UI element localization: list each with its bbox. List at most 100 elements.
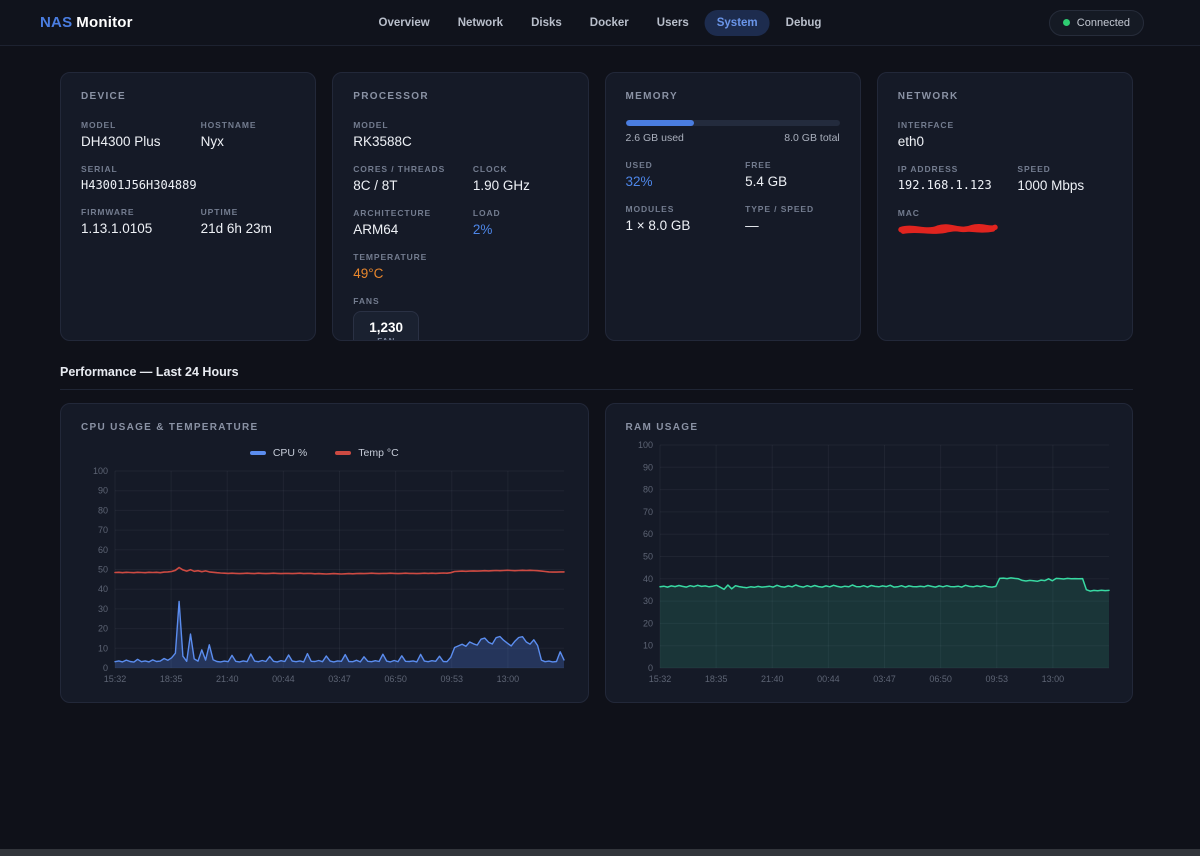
memory-used-caption: 2.6 GB used — [626, 132, 684, 144]
svg-text:00:44: 00:44 — [817, 674, 840, 684]
fan-rpm-value: 1,230 — [369, 320, 403, 335]
memory-modules-field: MODULES 1 × 8.0 GB — [626, 204, 738, 233]
svg-text:10: 10 — [642, 641, 652, 651]
brand-rest: Monitor — [76, 14, 132, 31]
device-serial-value: H43001J56H304889 — [81, 178, 295, 192]
device-hostname-field: HOSTNAME Nyx — [201, 120, 296, 149]
svg-text:30: 30 — [98, 604, 108, 614]
memory-type-value: — — [745, 218, 840, 233]
topbar: NASMonitor Overview Network Disks Docker… — [0, 0, 1200, 46]
charts-row: CPU USAGE & TEMPERATURE CPU % Temp °C 01… — [60, 403, 1133, 703]
memory-free-field: FREE 5.4 GB — [745, 160, 840, 189]
svg-text:80: 80 — [642, 485, 652, 495]
cpu-arch-field: ARCHITECTURE ARM64 — [353, 208, 465, 237]
device-model-label: MODEL — [81, 120, 193, 130]
memory-card: MEMORY 2.6 GB used 8.0 GB total USED 32%… — [605, 72, 861, 341]
memory-usage-bar-fill — [626, 120, 695, 126]
brand-accent: NAS — [40, 14, 72, 31]
network-ip-field: IP ADDRESS 192.168.1.123 — [898, 164, 1010, 193]
fan-rpm-box: 1,230 FAN — [353, 311, 419, 341]
svg-text:03:47: 03:47 — [873, 674, 896, 684]
nav-item-disks[interactable]: Disks — [519, 10, 574, 36]
cpu-model-value: RK3588C — [353, 134, 567, 149]
device-uptime-field: UPTIME 21d 6h 23m — [201, 207, 296, 236]
cpu-load-value: 2% — [473, 222, 568, 237]
device-card: DEVICE MODEL DH4300 Plus HOSTNAME Nyx SE… — [60, 72, 316, 341]
network-mac-field: MAC — [898, 208, 1112, 236]
legend-item-cpu: CPU % — [250, 447, 307, 459]
main-content: DEVICE MODEL DH4300 Plus HOSTNAME Nyx SE… — [0, 46, 1200, 703]
device-model-value: DH4300 Plus — [81, 134, 193, 149]
svg-text:20: 20 — [98, 624, 108, 634]
network-ip-value: 192.168.1.123 — [898, 178, 1010, 192]
cpu-temp-value: 49°C — [353, 266, 567, 281]
svg-text:0: 0 — [647, 663, 652, 673]
legend-item-temp: Temp °C — [335, 447, 398, 459]
svg-text:70: 70 — [98, 525, 108, 535]
svg-text:21:40: 21:40 — [216, 674, 239, 684]
nav-item-debug[interactable]: Debug — [774, 10, 834, 36]
nav-item-overview[interactable]: Overview — [367, 10, 442, 36]
device-firmware-field: FIRMWARE 1.13.1.0105 — [81, 207, 193, 236]
svg-text:10: 10 — [98, 643, 108, 653]
device-uptime-label: UPTIME — [201, 207, 296, 217]
processor-card-title: PROCESSOR — [353, 91, 567, 102]
svg-text:09:53: 09:53 — [985, 674, 1008, 684]
cpu-fans-label: FANS — [353, 296, 567, 306]
svg-text:100: 100 — [637, 440, 652, 450]
svg-text:18:35: 18:35 — [160, 674, 183, 684]
memory-bar-caption: 2.6 GB used 8.0 GB total — [626, 132, 840, 144]
cpu-load-field: LOAD 2% — [473, 208, 568, 237]
svg-text:00:44: 00:44 — [272, 674, 295, 684]
memory-card-title: MEMORY — [626, 91, 840, 102]
nav-item-docker[interactable]: Docker — [578, 10, 641, 36]
memory-type-field: TYPE / SPEED — — [745, 204, 840, 233]
performance-section-title: Performance — Last 24 Hours — [60, 365, 1133, 390]
network-interface-field: INTERFACE eth0 — [898, 120, 1112, 149]
cpu-temp-label: TEMPERATURE — [353, 252, 567, 262]
cpu-load-label: LOAD — [473, 208, 568, 218]
memory-free-label: FREE — [745, 160, 840, 170]
status-label: Connected — [1077, 17, 1130, 29]
svg-text:18:35: 18:35 — [704, 674, 727, 684]
cpu-cores-label: CORES / THREADS — [353, 164, 465, 174]
info-cards-row: DEVICE MODEL DH4300 Plus HOSTNAME Nyx SE… — [60, 72, 1133, 341]
ram-line-chart: 010203040506070809010015:3218:3521:4000:… — [626, 437, 1113, 688]
svg-text:50: 50 — [642, 552, 652, 562]
svg-text:06:50: 06:50 — [929, 674, 952, 684]
app-logo: NASMonitor — [40, 14, 133, 31]
svg-text:70: 70 — [642, 507, 652, 517]
cpu-clock-value: 1.90 GHz — [473, 178, 568, 193]
network-ip-label: IP ADDRESS — [898, 164, 1010, 174]
svg-text:13:00: 13:00 — [497, 674, 520, 684]
svg-text:03:47: 03:47 — [328, 674, 351, 684]
network-speed-value: 1000 Mbps — [1017, 178, 1112, 193]
memory-free-value: 5.4 GB — [745, 174, 840, 189]
cpu-clock-field: CLOCK 1.90 GHz — [473, 164, 568, 193]
svg-text:40: 40 — [98, 584, 108, 594]
memory-type-label: TYPE / SPEED — [745, 204, 840, 214]
svg-text:100: 100 — [93, 466, 108, 476]
fan-rpm-unit: FAN — [369, 337, 403, 341]
cpu-fans-field: FANS 1,230 FAN — [353, 296, 567, 341]
nav-item-system[interactable]: System — [705, 10, 770, 36]
svg-text:80: 80 — [98, 505, 108, 515]
device-card-title: DEVICE — [81, 91, 295, 102]
cpu-cores-value: 8C / 8T — [353, 178, 465, 193]
svg-text:13:00: 13:00 — [1041, 674, 1064, 684]
memory-usage-bar — [626, 120, 840, 126]
svg-text:40: 40 — [642, 574, 652, 584]
cpu-temp-field: TEMPERATURE 49°C — [353, 252, 567, 281]
svg-text:21:40: 21:40 — [760, 674, 783, 684]
cpu-temp-line-chart: 010203040506070809010015:3218:3521:4000:… — [81, 463, 568, 688]
svg-text:20: 20 — [642, 618, 652, 628]
cpu-model-field: MODEL RK3588C — [353, 120, 567, 149]
nav-item-network[interactable]: Network — [446, 10, 515, 36]
nav-item-users[interactable]: Users — [645, 10, 701, 36]
cpu-legend-label: CPU % — [273, 447, 307, 459]
memory-modules-label: MODULES — [626, 204, 738, 214]
cpu-cores-field: CORES / THREADS 8C / 8T — [353, 164, 465, 193]
svg-text:06:50: 06:50 — [384, 674, 407, 684]
svg-text:30: 30 — [642, 596, 652, 606]
network-card-title: NETWORK — [898, 91, 1112, 102]
